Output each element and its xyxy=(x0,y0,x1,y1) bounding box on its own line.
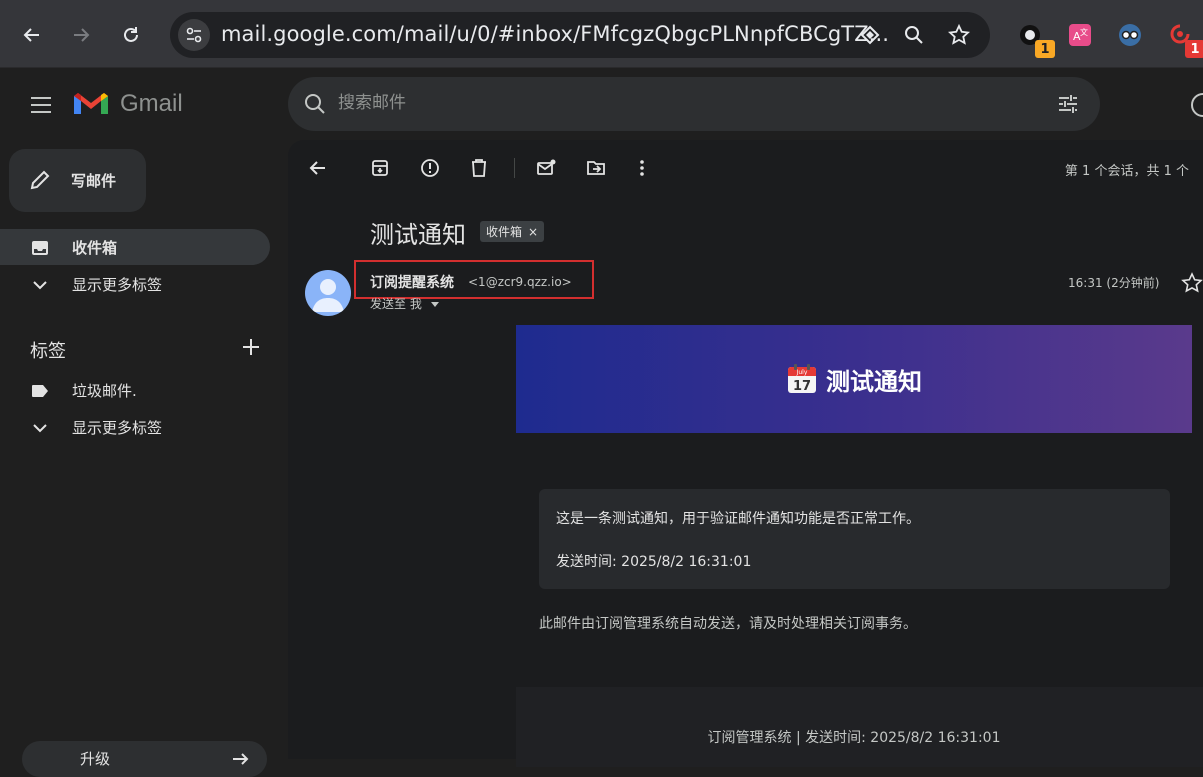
caret-down-icon xyxy=(430,302,439,307)
search-bar[interactable] xyxy=(288,77,1100,131)
labels-heading: 标签 xyxy=(30,341,66,362)
compose-label: 写邮件 xyxy=(71,172,117,190)
reload-button[interactable] xyxy=(113,15,149,55)
star-outline-icon xyxy=(948,24,970,45)
arrow-right-icon xyxy=(233,753,249,765)
mail-unread-icon xyxy=(537,159,556,175)
search-icon[interactable] xyxy=(304,93,326,115)
recipient-details[interactable]: 发送至 我 xyxy=(370,295,439,312)
compose-button[interactable]: 写邮件 xyxy=(9,149,146,212)
upgrade-button[interactable]: 升级 xyxy=(22,741,267,777)
star-outline-icon[interactable] xyxy=(1181,272,1203,294)
folder-move-icon xyxy=(587,161,605,175)
mark-unread-button[interactable] xyxy=(534,156,558,180)
search-input[interactable] xyxy=(338,93,938,113)
sender-email: <1@zcr9.qzz.io> xyxy=(468,275,572,289)
pencil-icon xyxy=(30,170,50,190)
install-app-button[interactable] xyxy=(858,23,882,47)
site-info-button[interactable] xyxy=(178,19,210,51)
email-banner: July 17 测试通知 xyxy=(516,325,1192,433)
sidebar-item-label: 显示更多标签 xyxy=(72,419,163,437)
main-menu-button[interactable] xyxy=(24,90,58,120)
extension-button-1[interactable]: 1 xyxy=(1017,22,1055,58)
zoom-icon xyxy=(905,26,923,44)
archive-button[interactable] xyxy=(368,156,392,180)
plus-icon[interactable] xyxy=(240,336,262,358)
browser-toolbar: mail.google.com/mail/u/0/#inbox/FMfcgzQb… xyxy=(0,0,1203,68)
banner-title: 测试通知 xyxy=(826,367,922,396)
more-vert-icon xyxy=(640,160,644,176)
body-text: 这是一条测试通知，用于验证邮件通知功能是否正常工作。 xyxy=(556,511,920,527)
report-icon xyxy=(421,159,439,177)
arrow-left-icon xyxy=(23,28,39,42)
inbox-label-chip[interactable]: 收件箱 × xyxy=(480,221,545,242)
zoom-button[interactable] xyxy=(902,23,926,47)
sidebar-item-label: 垃圾邮件. xyxy=(72,382,137,400)
arrow-right-icon xyxy=(74,28,90,42)
conversation-count: 第 1 个会话，共 1 个 xyxy=(1064,164,1189,179)
calendar-icon: July 17 xyxy=(788,364,816,394)
toolbar-divider xyxy=(514,158,515,178)
bookmark-button[interactable] xyxy=(947,23,971,47)
sidebar-item-label-junk[interactable]: 垃圾邮件. xyxy=(0,372,270,408)
chip-label: 收件箱 xyxy=(486,225,523,239)
chevron-down-icon xyxy=(30,418,50,438)
archive-icon xyxy=(372,160,388,176)
sidebar-item-label: 收件箱 xyxy=(72,239,118,257)
message-time: 16:31 (2分钟前) xyxy=(1068,276,1160,290)
back-button[interactable] xyxy=(14,15,50,55)
move-to-button[interactable] xyxy=(584,156,608,180)
forward-button[interactable] xyxy=(63,15,99,55)
person-icon xyxy=(312,279,344,312)
sender-name[interactable]: 订阅提醒系统 xyxy=(370,272,454,292)
trash-icon xyxy=(472,159,486,177)
address-bar[interactable]: mail.google.com/mail/u/0/#inbox/FMfcgzQb… xyxy=(170,12,990,58)
sidebar-item-label: 显示更多标签 xyxy=(72,276,163,294)
chevron-down-icon xyxy=(30,275,50,295)
message-subject: 测试通知 xyxy=(370,221,466,249)
close-icon[interactable]: × xyxy=(528,225,538,239)
extension-button-3[interactable] xyxy=(1117,22,1143,48)
help-icon[interactable] xyxy=(1190,92,1203,118)
calendar-day: 17 xyxy=(793,379,811,394)
diamond-icon xyxy=(860,25,880,45)
email-footer: 订阅管理系统 | 发送时间: 2025/8/2 16:31:01 xyxy=(516,687,1203,767)
inbox-icon xyxy=(30,238,50,258)
arrow-left-icon xyxy=(309,161,325,175)
sidebar-item-inbox[interactable]: 收件箱 xyxy=(0,229,270,265)
svg-text:文: 文 xyxy=(1080,27,1088,37)
sidebar-show-more-labels[interactable]: 显示更多标签 xyxy=(0,409,270,445)
extension-badge: 1 xyxy=(1185,40,1203,58)
reload-icon xyxy=(124,27,138,42)
message-content-card: 这是一条测试通知，用于验证邮件通知功能是否正常工作。 发送时间: 2025/8/… xyxy=(539,489,1170,589)
label-tag-icon xyxy=(30,381,50,401)
more-options-button[interactable] xyxy=(630,156,654,180)
extension-badge: 1 xyxy=(1035,40,1055,58)
recipient-text: 发送至 我 xyxy=(370,297,422,311)
extension-button-4[interactable]: 1 xyxy=(1167,22,1203,58)
calendar-month: July xyxy=(796,369,808,376)
auto-sent-note: 此邮件由订阅管理系统自动发送，请及时处理相关订阅事务。 xyxy=(539,616,917,632)
tune-icon xyxy=(186,27,202,43)
extension-button-2[interactable]: A文 xyxy=(1067,22,1093,48)
sidebar-show-more[interactable]: 显示更多标签 xyxy=(0,266,270,302)
glasses-extension-icon xyxy=(1119,24,1141,46)
footer-text: 订阅管理系统 | 发送时间: 2025/8/2 16:31:01 xyxy=(707,730,1001,746)
gmail-brand: Gmail xyxy=(120,90,183,117)
body-sent-time: 发送时间: 2025/8/2 16:31:01 xyxy=(556,554,752,570)
translate-extension-icon: A文 xyxy=(1069,24,1091,46)
delete-button[interactable] xyxy=(467,156,491,180)
sender-avatar[interactable] xyxy=(305,270,351,316)
message-panel: 第 1 个会话，共 1 个 测试通知 收件箱 × 订阅提醒系统 <1@zcr9.… xyxy=(288,140,1203,767)
url-text[interactable]: mail.google.com/mail/u/0/#inbox/FMfcgzQb… xyxy=(221,22,889,46)
gmail-logo-icon xyxy=(74,93,108,114)
report-spam-button[interactable] xyxy=(418,156,442,180)
search-options-icon[interactable] xyxy=(1056,92,1080,116)
back-to-inbox-button[interactable] xyxy=(306,156,330,180)
